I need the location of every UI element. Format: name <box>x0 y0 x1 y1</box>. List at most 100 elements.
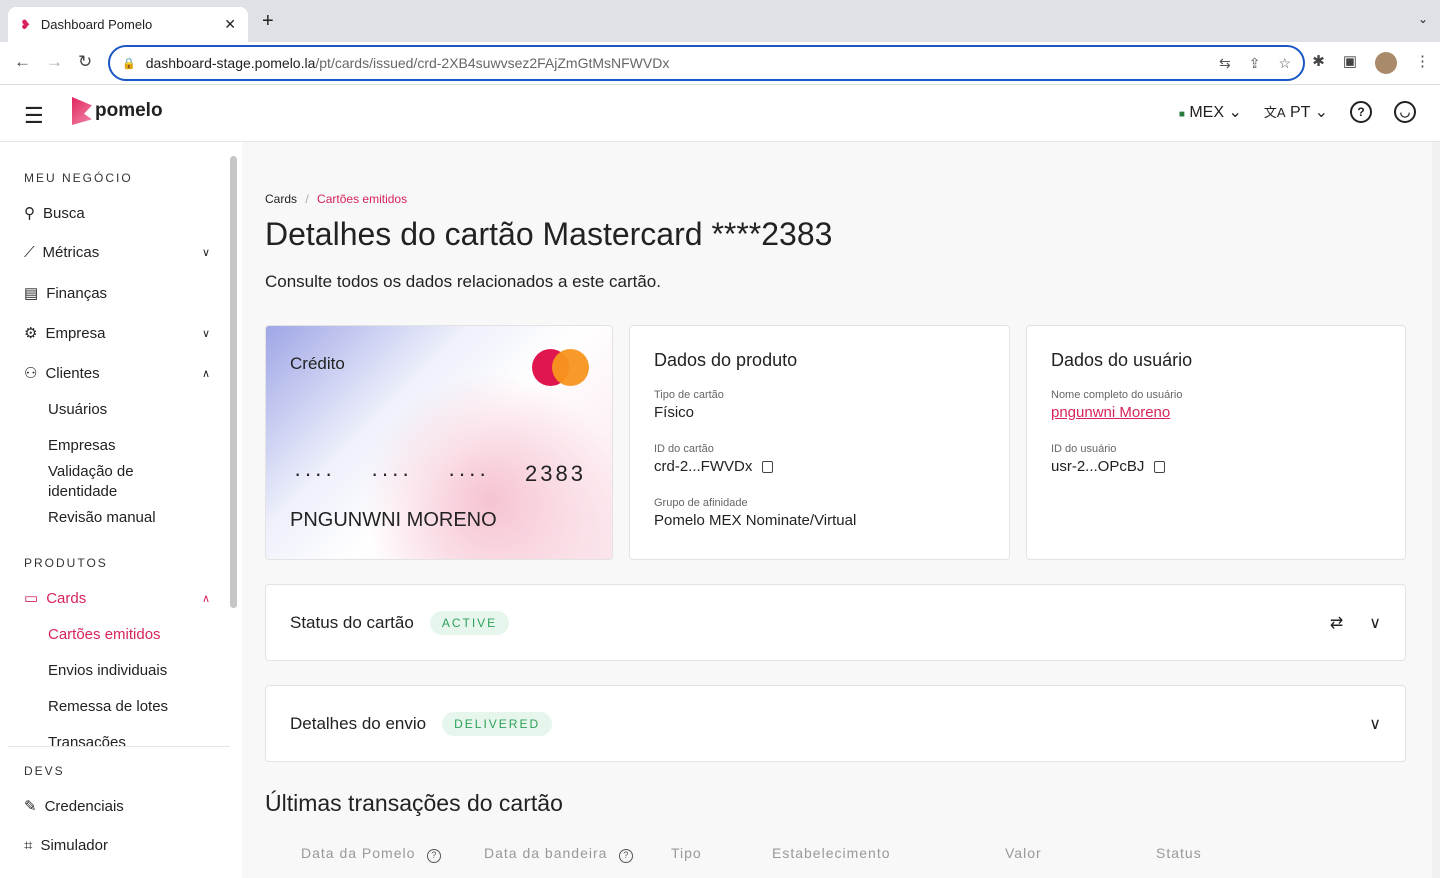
sidebar-scrollbar[interactable] <box>230 156 237 608</box>
chevron-up-icon: ∧ <box>201 592 210 605</box>
sidebar-subitem[interactable]: Envios individuais <box>48 661 218 681</box>
chevron-down-icon[interactable]: ∨ <box>1369 613 1381 633</box>
favicon-icon: ❥ <box>20 16 31 32</box>
column-header: Valor <box>1005 845 1042 861</box>
sidebar-subitem[interactable]: Transações <box>48 733 218 747</box>
section-label: MEU NEGÓCIO <box>24 171 133 185</box>
address-bar: ← → ↻ 🔒 dashboard-stage.pomelo.la/pt/card… <box>0 42 1440 85</box>
help-icon[interactable]: ? <box>427 849 442 863</box>
country-label: MEX <box>1189 104 1224 121</box>
new-tab-button[interactable]: + <box>262 10 274 33</box>
copy-icon[interactable] <box>762 461 774 473</box>
translate-icon[interactable]: ⇆ <box>1219 55 1231 72</box>
field-label: Grupo de afinidade <box>654 497 748 509</box>
chart-icon: ⟋ <box>24 244 35 261</box>
mastercard-logo-icon <box>532 349 590 387</box>
chevron-down-icon: ∨ <box>201 247 210 259</box>
url-host: dashboard-stage.pomelo.la <box>145 55 316 71</box>
sidebar-item-cards[interactable]: ▭ Cards ∧ <box>24 589 210 608</box>
shipping-details-section[interactable]: Detalhes do envio DELIVERED ∨ <box>265 685 1406 762</box>
card-status-section[interactable]: Status do cartão ACTIVE ⇄ ∨ <box>265 584 1406 661</box>
section-label: DEVS <box>24 764 65 778</box>
profile-avatar[interactable] <box>1375 52 1397 74</box>
main-content: Cards / Cartões emitidos Detalhes do car… <box>242 142 1432 878</box>
help-icon[interactable]: ? <box>619 849 634 863</box>
mexico-flag-icon: ■ <box>1178 109 1185 120</box>
copy-icon[interactable] <box>1154 461 1166 473</box>
sidebar-item-credenciais[interactable]: ✎ Credenciais <box>24 797 210 816</box>
sidebar-item-simulador[interactable]: ⌗ Simulador <box>24 837 210 854</box>
label: Simulador <box>40 837 108 854</box>
key-icon: ✎ <box>24 798 37 815</box>
gear-icon: ⚙ <box>24 325 38 342</box>
shipping-badge: DELIVERED <box>442 711 553 736</box>
masked-group: ···· <box>294 461 336 486</box>
help-icon[interactable]: ? <box>1350 101 1372 123</box>
status-badge: ACTIVE <box>429 610 510 635</box>
sidebar-subitem[interactable]: Usuários <box>48 400 218 420</box>
card-visual: Crédito ···· ···· ···· 2383 PNGUNWNI MORENO <box>265 325 613 560</box>
sidebar-subitem[interactable]: Remessa de lotes <box>48 697 218 717</box>
tab-search-icon[interactable]: ⌄ <box>1418 12 1428 26</box>
section-label: PRODUTOS <box>24 556 108 570</box>
sidebar-item-busca[interactable]: ⚲ Busca <box>24 204 210 223</box>
account-icon[interactable]: ◡ <box>1394 101 1416 123</box>
page-subtitle: Consulte todos os dados relacionados a e… <box>265 272 661 291</box>
star-icon[interactable]: ☆ <box>1278 55 1291 72</box>
close-tab-icon[interactable]: ✕ <box>224 16 236 33</box>
sidebar-subitem[interactable]: Empresas <box>48 436 218 456</box>
extensions-icon[interactable]: ✱ <box>1312 52 1325 74</box>
browser-tab[interactable]: ❥ Dashboard Pomelo ✕ <box>8 7 248 42</box>
chevron-down-icon[interactable]: ∨ <box>1369 714 1381 734</box>
header-label: Data da bandeira <box>484 845 608 861</box>
column-header: Estabelecimento <box>772 845 891 861</box>
user-data-panel: Dados do usuário Nome completo do usuári… <box>1026 325 1406 560</box>
forward-icon[interactable]: → <box>46 52 63 72</box>
users-icon: ⚇ <box>24 365 38 382</box>
language-select[interactable]: 文A PT ⌄ <box>1264 102 1328 122</box>
hamburger-menu-icon[interactable]: ☰ <box>24 103 44 129</box>
label: Finanças <box>46 284 108 302</box>
panel-title: Dados do usuário <box>1051 350 1193 370</box>
url-path: /pt/cards/issued/crd-2XB4suwvsez2FAjZmGt… <box>315 55 670 71</box>
sidebar-subitem-active[interactable]: Cartões emitidos <box>48 625 218 645</box>
url-input[interactable]: 🔒 dashboard-stage.pomelo.la/pt/cards/issu… <box>108 45 1305 81</box>
card-number: ···· ···· ···· 2383 <box>294 461 586 487</box>
field-label: ID do cartão <box>654 443 714 455</box>
label: Métricas <box>42 244 100 261</box>
breadcrumb-current[interactable]: Cartões emitidos <box>317 192 407 206</box>
card-last4: 2383 <box>525 461 586 486</box>
masked-group: ···· <box>448 461 490 486</box>
sidebar-subitem[interactable]: Validação de identidade <box>48 462 168 502</box>
page-scrollbar[interactable] <box>1432 142 1440 878</box>
sidebar-item-empresa[interactable]: ⚙ Empresa ∨ <box>24 324 210 343</box>
pomelo-logo[interactable]: pomelo <box>72 97 163 125</box>
share-icon[interactable]: ⇪ <box>1249 55 1261 72</box>
column-header: Status <box>1156 845 1202 861</box>
card-holder: PNGUNWNI MORENO <box>290 509 497 531</box>
column-header: Data da Pomelo? <box>301 845 442 863</box>
user-name-link[interactable]: pngunwni Moreno <box>1051 404 1381 421</box>
change-status-icon[interactable]: ⇄ <box>1330 613 1343 633</box>
reload-icon[interactable]: ↻ <box>78 52 92 72</box>
label: Credenciais <box>44 797 124 815</box>
sidebar-item-clientes[interactable]: ⚇ Clientes ∧ <box>24 364 210 383</box>
breadcrumb-cards[interactable]: Cards <box>265 192 297 206</box>
back-icon[interactable]: ← <box>14 52 31 72</box>
masked-group: ···· <box>371 461 413 486</box>
page-title: Detalhes do cartão Mastercard ****2383 <box>265 216 833 252</box>
sidebar-item-metricas[interactable]: ⟋ Métricas ∨ <box>24 244 210 261</box>
menu-icon[interactable]: ⋮ <box>1415 52 1430 74</box>
column-header: Data da bandeira? <box>484 845 634 863</box>
panel-title: Dados do produto <box>654 350 798 370</box>
country-select[interactable]: ■ MEX ⌄ <box>1179 102 1242 122</box>
label: Busca <box>43 204 85 222</box>
sidebar-item-financas[interactable]: ▤ Finanças <box>24 284 210 303</box>
sidepanel-icon[interactable]: ▣ <box>1343 52 1357 74</box>
tab-title: Dashboard Pomelo <box>40 17 153 32</box>
product-data-panel: Dados do produto Tipo de cartão Físico I… <box>629 325 1010 560</box>
chevron-down-icon: ∨ <box>201 327 210 340</box>
sidebar-subitem[interactable]: Revisão manual <box>48 508 218 528</box>
browser-tab-bar: ❥ Dashboard Pomelo ✕ + ⌄ <box>0 0 1440 42</box>
label: Cards <box>46 589 87 607</box>
